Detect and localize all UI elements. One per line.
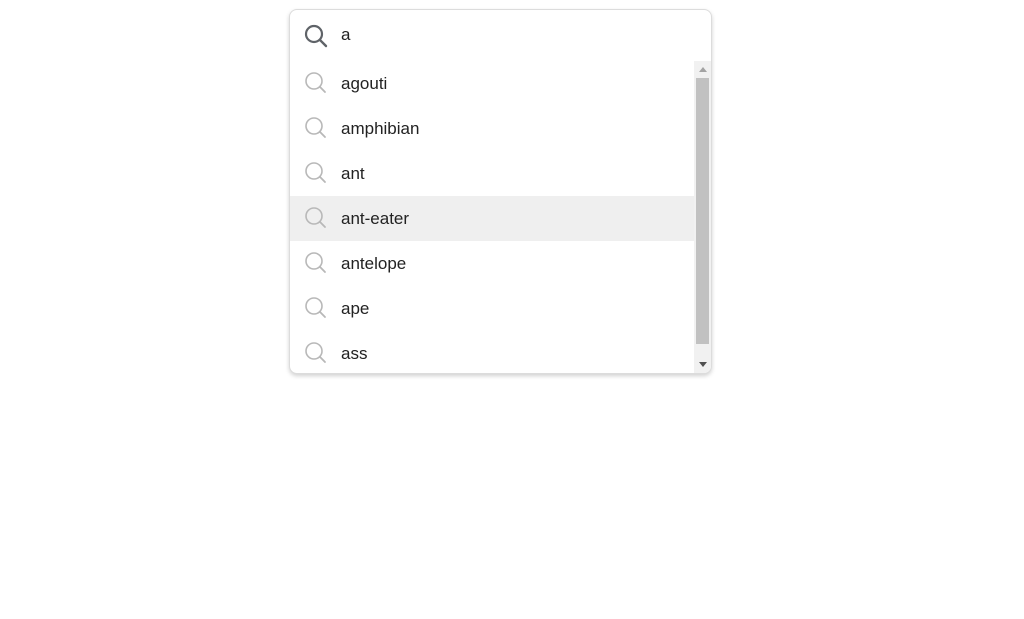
- suggestion-label: antelope: [341, 253, 407, 273]
- suggestion-item[interactable]: ant: [290, 151, 694, 196]
- suggestion-item[interactable]: antelope: [290, 241, 694, 286]
- suggestion-list: agouti amphibian ant ant-eater antelope …: [290, 61, 694, 373]
- suggestion-label: agouti: [341, 73, 388, 93]
- suggestion-item[interactable]: ape: [290, 286, 694, 331]
- search-icon: [304, 251, 328, 275]
- scrollbar-thumb[interactable]: [696, 78, 709, 344]
- suggestion-item[interactable]: ass: [290, 331, 694, 373]
- suggestion-label: ape: [341, 298, 370, 318]
- scrollbar[interactable]: [694, 61, 711, 373]
- search-icon: [304, 161, 328, 185]
- suggestion-item[interactable]: amphibian: [290, 106, 694, 151]
- search-icon: [304, 24, 328, 48]
- suggestion-item-hovered[interactable]: ant-eater: [290, 196, 694, 241]
- suggestion-label: amphibian: [341, 118, 420, 138]
- suggestion-label: ant-eater: [341, 208, 410, 228]
- search-icon: [304, 341, 328, 365]
- search-icon: [304, 116, 328, 140]
- search-icon: [304, 206, 328, 230]
- search-icon: [304, 71, 328, 95]
- scroll-down-arrow-icon[interactable]: [694, 356, 711, 373]
- suggestion-label: ass: [341, 343, 368, 363]
- search-icon: [304, 296, 328, 320]
- search-autocomplete: agouti amphibian ant: [289, 9, 712, 374]
- suggestion-item[interactable]: agouti: [290, 61, 694, 106]
- scroll-up-arrow-icon[interactable]: [694, 61, 711, 78]
- search-box: [290, 10, 711, 61]
- suggestion-label: ant: [341, 163, 365, 183]
- search-input[interactable]: [341, 22, 681, 48]
